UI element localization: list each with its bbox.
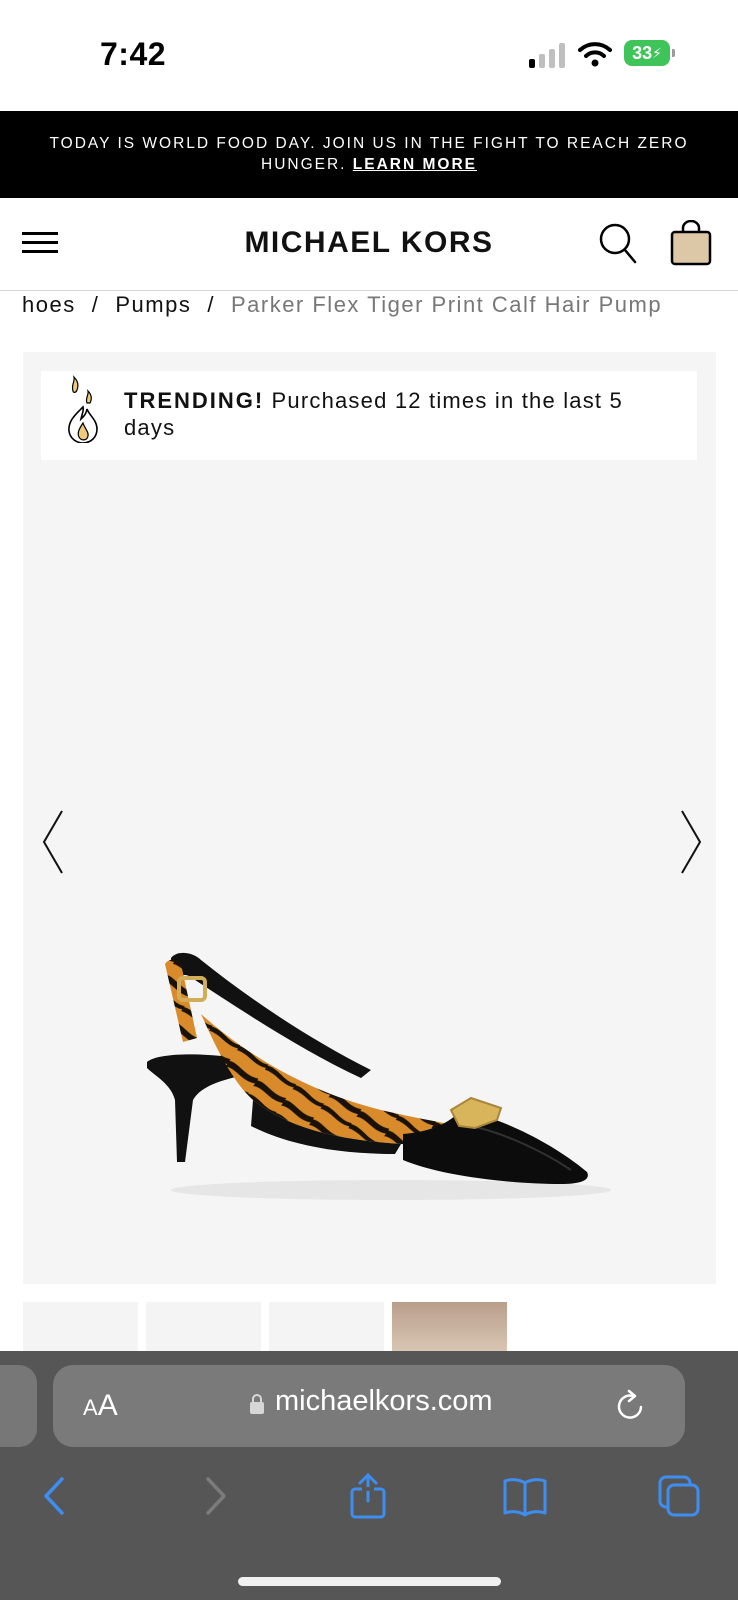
breadcrumb: hoes / Pumps / Parker Flex Tiger Print Calf … <box>22 290 738 326</box>
thumbnail[interactable] <box>392 1302 507 1352</box>
thumbnail-strip <box>23 1302 738 1352</box>
product-gallery[interactable]: TRENDING! Purchased 12 times in the last… <box>23 352 716 1284</box>
reload-icon[interactable] <box>615 1389 647 1423</box>
home-indicator[interactable] <box>238 1577 501 1586</box>
wifi-icon <box>578 42 612 67</box>
trending-label: TRENDING! <box>124 388 265 413</box>
bookmarks-icon[interactable] <box>503 1473 547 1519</box>
thumbnail[interactable] <box>23 1302 138 1352</box>
browser-toolbar: AA michaelkors.com <box>0 1351 738 1600</box>
learn-more-link[interactable]: LEARN MORE <box>353 156 477 173</box>
trending-message: TRENDING! Purchased 12 times in the last… <box>124 387 664 441</box>
back-icon[interactable] <box>34 1473 78 1519</box>
status-bar: 7:42 33 ⚡ <box>0 0 738 110</box>
trending-banner: TRENDING! Purchased 12 times in the last… <box>41 371 697 460</box>
search-icon[interactable] <box>598 222 638 264</box>
product-image-tiger-pump[interactable] <box>141 950 621 1210</box>
shopping-bag-icon[interactable] <box>670 220 712 266</box>
tabs-icon[interactable] <box>658 1473 702 1519</box>
thumbnail[interactable] <box>146 1302 261 1352</box>
breadcrumb-separator: / <box>91 292 100 317</box>
share-icon[interactable] <box>346 1473 390 1519</box>
breadcrumb-separator: / <box>207 292 215 317</box>
breadcrumb-item-current: Parker Flex Tiger Print Calf Hair Pump <box>230 292 663 317</box>
flame-icon <box>68 375 98 443</box>
breadcrumb-item-shoes[interactable]: hoes <box>22 292 76 317</box>
previous-image-arrow-icon[interactable] <box>40 807 68 877</box>
site-header: MICHAEL KORS <box>0 198 738 291</box>
url-text: michaelkors.com <box>275 1385 493 1417</box>
cellular-signal-icon <box>529 42 567 68</box>
breadcrumb-item-pumps[interactable]: Pumps <box>115 292 191 317</box>
battery-icon: 33 ⚡ <box>624 40 676 68</box>
lock-icon <box>250 1394 264 1414</box>
reader-options-button[interactable]: AA <box>83 1389 118 1423</box>
page: 7:42 33 ⚡ TODAY IS WORLD FOOD DAY. JOIN U… <box>0 0 738 1600</box>
forward-icon[interactable] <box>192 1473 236 1519</box>
previous-tab-peek[interactable] <box>0 1365 37 1447</box>
charging-bolt-icon: ⚡ <box>652 44 662 61</box>
thumbnail[interactable] <box>269 1302 384 1352</box>
status-time: 7:42 <box>100 36 167 72</box>
battery-level: 33 <box>632 42 653 63</box>
announcement-bar: TODAY IS WORLD FOOD DAY. JOIN US IN THE … <box>0 111 738 198</box>
next-image-arrow-icon[interactable] <box>676 807 704 877</box>
address-bar[interactable]: AA michaelkors.com <box>53 1365 685 1447</box>
